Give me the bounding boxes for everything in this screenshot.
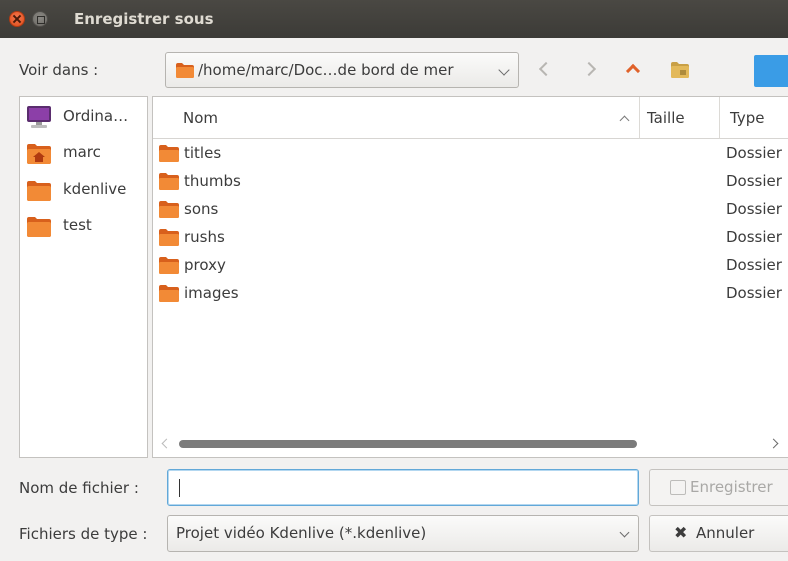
file-list: Nom Taille Type titles Dossier thumbs Do… xyxy=(152,96,788,458)
save-icon xyxy=(670,480,686,495)
folder-icon xyxy=(159,229,179,246)
column-header-type[interactable]: Type xyxy=(720,97,788,139)
table-row[interactable]: titles Dossier xyxy=(153,141,788,169)
forward-button[interactable] xyxy=(580,58,604,82)
new-folder-button[interactable] xyxy=(668,58,692,82)
sidebar-item-computer[interactable]: Ordina… xyxy=(26,103,146,133)
file-name: rushs xyxy=(184,228,225,246)
file-type: Dossier xyxy=(726,144,782,162)
chevron-left-icon xyxy=(538,61,554,77)
filename-label: Nom de fichier : xyxy=(19,479,139,497)
file-name: images xyxy=(184,284,239,302)
save-button-label: Enregistrer xyxy=(690,478,773,496)
table-row[interactable]: proxy Dossier xyxy=(153,253,788,281)
chevron-down-icon xyxy=(619,527,630,538)
chevron-right-icon xyxy=(581,61,597,77)
table-row[interactable]: sons Dossier xyxy=(153,197,788,225)
file-name: thumbs xyxy=(184,172,241,190)
scrollbar-thumb[interactable] xyxy=(179,440,637,448)
close-icon: ✖ xyxy=(674,523,688,542)
file-type: Dossier xyxy=(726,256,782,274)
current-path: /home/marc/Doc…de bord de mer xyxy=(198,61,454,79)
table-row[interactable]: thumbs Dossier xyxy=(153,169,788,197)
column-header-label: Taille xyxy=(647,109,685,127)
sidebar-item-label: Ordina… xyxy=(63,107,129,125)
new-folder-icon xyxy=(671,62,689,78)
home-folder-icon xyxy=(27,144,51,164)
folder-icon xyxy=(176,63,194,78)
sidebar-item-label: kdenlive xyxy=(63,180,127,198)
filename-field[interactable] xyxy=(167,469,639,506)
sidebar-item-home[interactable]: marc xyxy=(26,139,146,169)
folder-icon xyxy=(159,257,179,274)
look-in-label: Voir dans : xyxy=(19,61,99,79)
file-type: Dossier xyxy=(726,200,782,218)
folder-icon xyxy=(159,173,179,190)
back-button[interactable] xyxy=(533,58,557,82)
cancel-button-label: Annuler xyxy=(696,524,755,542)
table-row[interactable]: images Dossier xyxy=(153,281,788,309)
folder-icon xyxy=(27,181,51,201)
file-name: sons xyxy=(184,200,219,218)
places-sidebar: Ordina… marc kdenlive test xyxy=(19,96,148,458)
close-window-button[interactable] xyxy=(9,11,25,27)
column-header-label: Nom xyxy=(183,109,219,127)
folder-icon xyxy=(159,201,179,218)
column-header-label: Type xyxy=(730,109,765,127)
sidebar-item-kdenlive[interactable]: kdenlive xyxy=(26,176,146,206)
scroll-right-icon[interactable] xyxy=(768,438,779,449)
title-bar: Enregistrer sous xyxy=(0,0,788,38)
computer-icon xyxy=(27,106,51,128)
sidebar-item-test[interactable]: test xyxy=(26,212,146,242)
chevron-up-icon xyxy=(625,63,641,79)
text-caret xyxy=(179,479,180,497)
column-header-size[interactable]: Taille xyxy=(640,97,720,139)
chevron-down-icon xyxy=(498,64,510,76)
sidebar-item-label: marc xyxy=(63,143,101,161)
save-button[interactable]: Enregistrer xyxy=(649,469,788,506)
filetype-value: Projet vidéo Kdenlive (*.kdenlive) xyxy=(176,524,427,542)
filetype-label: Fichiers de type : xyxy=(19,525,148,543)
file-type: Dossier xyxy=(726,228,782,246)
horizontal-scrollbar[interactable] xyxy=(153,433,788,457)
window-title: Enregistrer sous xyxy=(74,10,214,28)
table-row[interactable]: rushs Dossier xyxy=(153,225,788,253)
file-type: Dossier xyxy=(726,284,782,302)
parent-folder-button[interactable] xyxy=(622,58,646,82)
file-name: titles xyxy=(184,144,222,162)
path-combobox[interactable]: /home/marc/Doc…de bord de mer xyxy=(165,52,519,88)
sort-ascending-icon xyxy=(619,115,630,126)
scroll-left-icon[interactable] xyxy=(161,438,172,449)
view-mode-button[interactable] xyxy=(754,55,788,87)
folder-icon xyxy=(159,285,179,302)
sidebar-item-label: test xyxy=(63,216,92,234)
file-type: Dossier xyxy=(726,172,782,190)
file-name: proxy xyxy=(184,256,226,274)
column-header-name[interactable]: Nom xyxy=(153,97,640,139)
folder-icon xyxy=(159,145,179,162)
folder-icon xyxy=(27,217,51,237)
maximize-window-button[interactable] xyxy=(32,11,48,27)
filetype-combobox[interactable]: Projet vidéo Kdenlive (*.kdenlive) xyxy=(167,515,639,552)
filename-input[interactable] xyxy=(176,476,626,500)
cancel-button[interactable]: ✖ Annuler xyxy=(649,515,788,552)
